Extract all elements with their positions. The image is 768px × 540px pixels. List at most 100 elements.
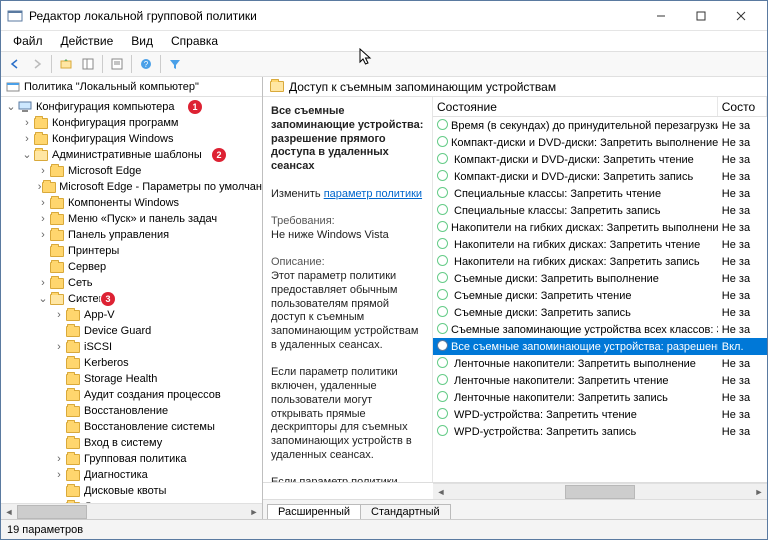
policy-list[interactable]: Состояние Состо Время (в секундах) до пр… (433, 97, 767, 482)
policy-item-icon (437, 119, 448, 133)
tree-node-edge[interactable]: ›Microsoft Edge (1, 163, 262, 179)
minimize-button[interactable] (641, 2, 681, 30)
policy-item-icon (437, 272, 451, 286)
list-row[interactable]: Накопители на гибких дисках: Запретить ч… (433, 236, 767, 253)
horizontal-scrollbar-left[interactable]: ◄► (1, 503, 262, 519)
list-row[interactable]: Съемные диски: Запретить выполнениеНе за (433, 270, 767, 287)
list-row[interactable]: Компакт-диски и DVD-диски: Запретить зап… (433, 168, 767, 185)
list-row[interactable]: Накопители на гибких дисках: Запретить в… (433, 219, 767, 236)
back-button[interactable] (4, 53, 26, 75)
list-row[interactable]: Компакт-диски и DVD-диски: Запретить вып… (433, 134, 767, 151)
tree-node-storage-health[interactable]: ·Storage Health (1, 371, 262, 387)
tree-node-server-manager[interactable]: ·Диспетчер сервера (1, 499, 262, 503)
policy-item-icon (437, 306, 451, 320)
tree[interactable]: ⌄Конфигурация компьютера1 ›Конфигурация … (1, 97, 262, 503)
titlebar: Редактор локальной групповой политики (1, 1, 767, 31)
list-row[interactable]: Накопители на гибких дисках: Запретить з… (433, 253, 767, 270)
column-state2[interactable]: Состо (718, 97, 767, 116)
computer-icon (17, 99, 33, 115)
list-row[interactable]: Съемные запоминающие устройства всех кла… (433, 321, 767, 338)
right-header: Доступ к съемным запоминающим устройства… (263, 77, 767, 97)
menu-file[interactable]: Файл (5, 33, 51, 49)
tree-node-win-components[interactable]: ›Компоненты Windows (1, 195, 262, 211)
policy-item-icon (437, 408, 451, 422)
tree-node-edge-defaults[interactable]: ›Microsoft Edge - Параметры по умолчан (1, 179, 262, 195)
tree-node-system[interactable]: ⌄Система3 (1, 291, 262, 307)
tree-node-system-recovery[interactable]: ·Восстановление системы (1, 419, 262, 435)
tab-extended[interactable]: Расширенный (267, 504, 361, 519)
tree-node-program-config[interactable]: ›Конфигурация программ (1, 115, 262, 131)
tree-node-network[interactable]: ›Сеть (1, 275, 262, 291)
policy-name: Все съемные запоминающие устройства: раз… (271, 105, 423, 172)
list-row[interactable]: Компакт-диски и DVD-диски: Запретить чте… (433, 151, 767, 168)
tree-node-diagnostics[interactable]: ›Диагностика (1, 467, 262, 483)
policy-item-icon (437, 374, 451, 388)
list-row[interactable]: Съемные диски: Запретить записьНе за (433, 304, 767, 321)
menubar: Файл Действие Вид Справка (1, 31, 767, 51)
policy-item-icon (437, 340, 448, 354)
policy-item-icon (437, 238, 451, 252)
column-state[interactable]: Состояние (433, 97, 718, 116)
annotation-1: 1 (188, 100, 202, 114)
tree-header: Политика "Локальный компьютер" (1, 77, 262, 97)
tree-node-computer-config[interactable]: ⌄Конфигурация компьютера1 (1, 99, 262, 115)
tree-node-admin-templates[interactable]: ⌄Административные шаблоны2 (1, 147, 262, 163)
tree-root-label: Политика "Локальный компьютер" (24, 81, 199, 93)
folder-icon (33, 131, 49, 147)
list-row[interactable]: Время (в секундах) до принудительной пер… (433, 117, 767, 134)
list-row[interactable]: Специальные классы: Запретить чтениеНе з… (433, 185, 767, 202)
tree-node-appv[interactable]: ›App-V (1, 307, 262, 323)
tree-node-device-guard[interactable]: ·Device Guard (1, 323, 262, 339)
status-text: 19 параметров (7, 524, 83, 536)
list-row[interactable]: WPD-устройства: Запретить чтениеНе за (433, 406, 767, 423)
tree-node-control-panel[interactable]: ›Панель управления (1, 227, 262, 243)
tree-node-audit[interactable]: ·Аудит создания процессов (1, 387, 262, 403)
menu-action[interactable]: Действие (53, 33, 122, 49)
list-row[interactable]: Съемные диски: Запретить чтениеНе за (433, 287, 767, 304)
policy-item-icon (437, 289, 451, 303)
policy-item-icon (437, 204, 451, 218)
tree-node-disk-quotas[interactable]: ·Дисковые квоты (1, 483, 262, 499)
help-button[interactable]: ? (135, 53, 157, 75)
list-row[interactable]: Ленточные накопители: Запретить записьНе… (433, 389, 767, 406)
tree-node-kerberos[interactable]: ·Kerberos (1, 355, 262, 371)
statusbar: 19 параметров (1, 519, 767, 539)
app-icon (7, 8, 23, 24)
policy-item-icon (437, 170, 451, 184)
list-row[interactable]: Ленточные накопители: Запретить чтениеНе… (433, 372, 767, 389)
horizontal-scrollbar-right[interactable]: ◄► (433, 483, 767, 499)
show-hide-button[interactable] (77, 53, 99, 75)
policy-item-icon (437, 323, 448, 337)
policy-root-icon (5, 79, 21, 95)
svg-text:?: ? (144, 60, 149, 69)
tree-node-printers[interactable]: ·Принтеры (1, 243, 262, 259)
filter-button[interactable] (164, 53, 186, 75)
policy-item-icon (437, 153, 451, 167)
policy-item-icon (437, 255, 451, 269)
close-button[interactable] (721, 2, 761, 30)
policy-item-icon (437, 357, 451, 371)
tree-node-recovery[interactable]: ·Восстановление (1, 403, 262, 419)
tree-node-group-policy[interactable]: ›Групповая политика (1, 451, 262, 467)
description-pane: Все съемные запоминающие устройства: раз… (263, 97, 433, 482)
up-button[interactable] (55, 53, 77, 75)
list-row[interactable]: Ленточные накопители: Запретить выполнен… (433, 355, 767, 372)
list-row[interactable]: WPD-устройства: Запретить записьНе за (433, 423, 767, 440)
list-header: Состояние Состо (433, 97, 767, 117)
edit-policy-link[interactable]: параметр политики (324, 188, 422, 200)
forward-button[interactable] (26, 53, 48, 75)
menu-help[interactable]: Справка (163, 33, 226, 49)
tree-node-iscsi[interactable]: ›iSCSI (1, 339, 262, 355)
tab-standard[interactable]: Стандартный (360, 504, 451, 519)
tree-node-startmenu[interactable]: ›Меню «Пуск» и панель задач (1, 211, 262, 227)
tree-node-windows-config[interactable]: ›Конфигурация Windows (1, 131, 262, 147)
menu-view[interactable]: Вид (123, 33, 161, 49)
tree-node-server[interactable]: ·Сервер (1, 259, 262, 275)
tree-node-signin[interactable]: ·Вход в систему (1, 435, 262, 451)
list-row[interactable]: Все съемные запоминающие устройства: раз… (433, 338, 767, 355)
maximize-button[interactable] (681, 2, 721, 30)
properties-button[interactable] (106, 53, 128, 75)
folder-icon (33, 147, 49, 163)
list-row[interactable]: Специальные классы: Запретить записьНе з… (433, 202, 767, 219)
policy-item-icon (437, 221, 448, 235)
